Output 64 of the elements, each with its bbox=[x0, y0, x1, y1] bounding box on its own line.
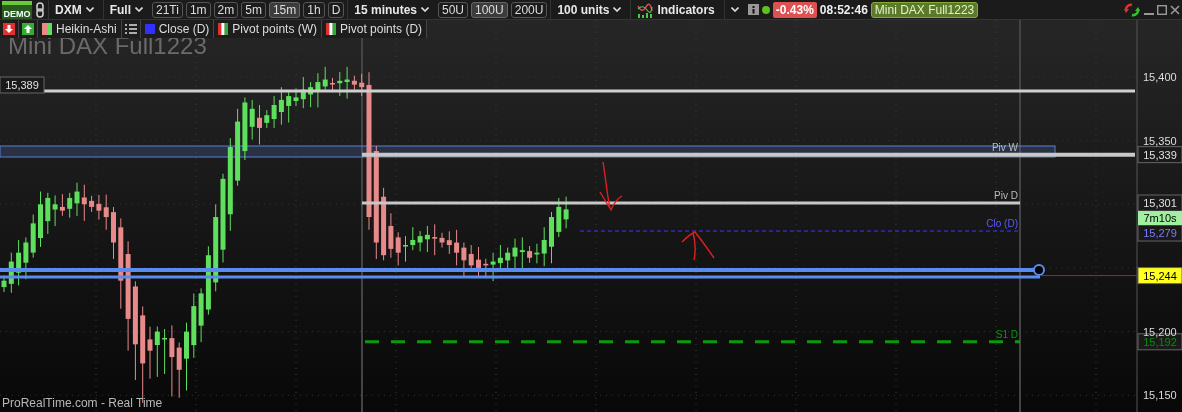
interval-button[interactable]: 2m bbox=[213, 1, 239, 18]
units-button[interactable]: 200U bbox=[510, 1, 548, 18]
caret-icon bbox=[613, 7, 622, 12]
pivot-icon bbox=[218, 23, 229, 35]
demo-badge: DEMO bbox=[2, 0, 32, 19]
price-tag: 15,389 bbox=[0, 76, 45, 94]
down-arrow-icon[interactable] bbox=[3, 23, 15, 35]
interval-button[interactable]: 21Ti bbox=[152, 1, 183, 18]
up-arrow-icon[interactable] bbox=[22, 23, 34, 35]
legend-label[interactable]: Pivot points (D) bbox=[340, 22, 423, 36]
countdown-tag: 7m10s bbox=[1138, 211, 1182, 226]
units-dropdown[interactable]: 100 units bbox=[550, 0, 628, 20]
data-source-label: ProRealTime.com - Real Time bbox=[2, 396, 163, 410]
units-button[interactable]: 100U bbox=[471, 1, 508, 18]
y-axis-label: 15,150 bbox=[1143, 389, 1177, 402]
interval-button[interactable]: 1h bbox=[303, 1, 325, 18]
candles-icon bbox=[42, 23, 52, 35]
candle bbox=[549, 211, 554, 264]
level-label: S1 D bbox=[995, 328, 1018, 340]
level-label: Clo (D) bbox=[986, 218, 1018, 230]
candle bbox=[330, 77, 335, 93]
level-label: Piv W bbox=[991, 141, 1018, 153]
price-tag: 15,279 bbox=[1137, 224, 1182, 242]
interval-dropdown[interactable]: 15 minutes bbox=[347, 0, 435, 20]
list-icon[interactable] bbox=[124, 24, 137, 34]
candle bbox=[403, 235, 408, 263]
indicators-icon bbox=[637, 1, 654, 18]
y-axis-label: 15,200 bbox=[1143, 325, 1177, 338]
instrument-name: Mini DAX Full1223 bbox=[870, 1, 979, 18]
interval-button[interactable]: D bbox=[327, 1, 345, 18]
info-icon[interactable] bbox=[747, 4, 759, 15]
level-label: Piv D bbox=[994, 190, 1018, 202]
interval-button[interactable]: 15m bbox=[268, 1, 301, 18]
hand-drawn-arrow bbox=[681, 231, 715, 261]
refresh-icon[interactable] bbox=[1123, 1, 1141, 18]
candle bbox=[476, 246, 481, 278]
pivot-icon bbox=[326, 23, 337, 35]
caret-icon bbox=[730, 7, 739, 12]
indicators-button[interactable]: Indicators bbox=[630, 0, 721, 20]
close-icon[interactable] bbox=[1170, 4, 1180, 15]
price-tag: 15,339 bbox=[1137, 146, 1182, 164]
candle bbox=[184, 322, 189, 391]
y-axis-label: 15,350 bbox=[1143, 134, 1177, 147]
hand-drawn-arrow bbox=[599, 161, 623, 211]
candle bbox=[38, 191, 43, 248]
caret-icon bbox=[421, 7, 429, 12]
symbol-dropdown[interactable]: DXM bbox=[48, 0, 100, 20]
price-tag: 15,244 bbox=[1137, 267, 1182, 285]
legend-label[interactable]: Heikin-Ashi bbox=[56, 22, 117, 36]
caret-icon bbox=[85, 7, 94, 12]
y-axis-label: 15,400 bbox=[1143, 71, 1177, 83]
mode-dropdown[interactable]: Full bbox=[102, 0, 149, 20]
units-button[interactable]: 50U bbox=[438, 1, 468, 18]
candle bbox=[111, 206, 116, 260]
price-change: -0.43% bbox=[772, 1, 817, 18]
interval-button[interactable]: 5m bbox=[241, 1, 266, 18]
legend-label[interactable]: Pivot points (W) bbox=[232, 22, 318, 36]
caret-icon bbox=[135, 7, 143, 12]
candle bbox=[257, 104, 262, 145]
clock-time: 08:52:46 bbox=[819, 2, 868, 17]
interval-button[interactable]: 1m bbox=[185, 1, 211, 18]
chain-link-icon[interactable] bbox=[35, 1, 45, 18]
maximize-icon[interactable] bbox=[1157, 4, 1167, 15]
price-tag: 15,301 bbox=[1137, 194, 1182, 212]
